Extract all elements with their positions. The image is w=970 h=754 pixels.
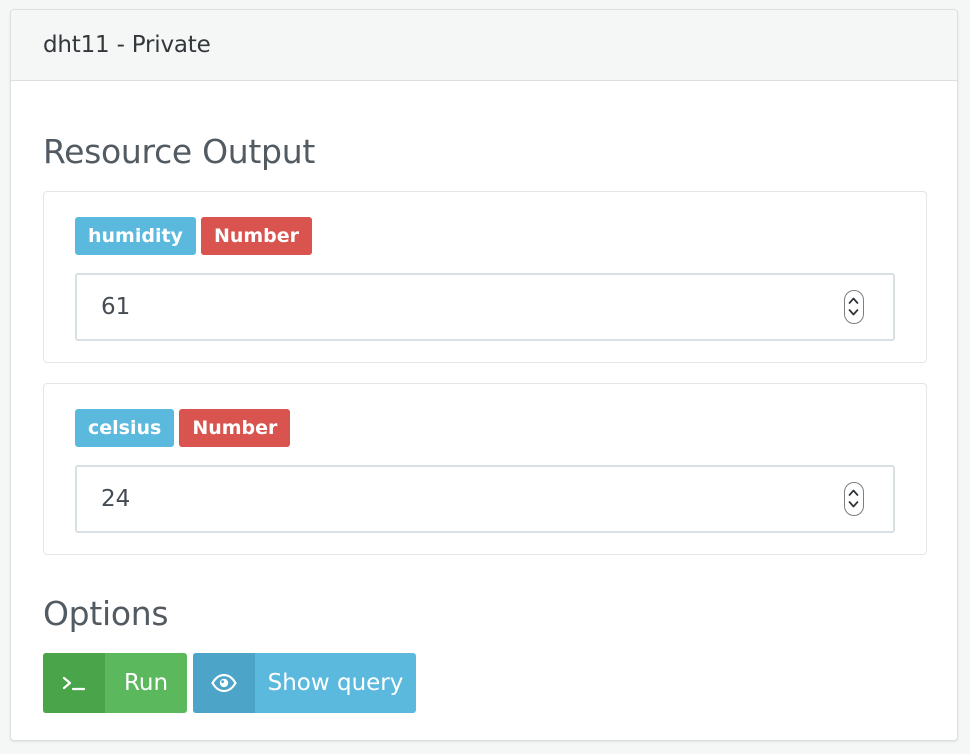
resource-panel: dht11 - Private Resource Output humidity… [10, 9, 958, 741]
panel-heading: dht11 - Private [11, 10, 957, 81]
field-labels: humidity Number [75, 217, 313, 255]
options-buttons: Run Show query [43, 653, 416, 713]
humidity-number-input[interactable]: 61 [75, 273, 895, 341]
resource-output-heading: Resource Output [43, 132, 315, 171]
field-labels: celsius Number [75, 409, 291, 447]
show-query-button-label: Show query [267, 670, 404, 696]
panel-title: dht11 - Private [43, 32, 211, 58]
field-name-badge: celsius [75, 409, 175, 447]
options-heading: Options [43, 594, 169, 633]
resource-field-celsius: celsius Number 24 [43, 383, 927, 555]
field-type-badge: Number [179, 409, 291, 447]
show-query-button[interactable]: Show query [193, 653, 416, 713]
celsius-value: 24 [101, 486, 131, 512]
humidity-value: 61 [101, 294, 131, 320]
run-button[interactable]: Run [43, 653, 187, 713]
field-type-badge: Number [200, 217, 313, 255]
eye-icon [193, 653, 255, 713]
celsius-number-input[interactable]: 24 [75, 465, 895, 533]
terminal-icon [43, 653, 105, 713]
run-button-label: Run [123, 670, 169, 696]
number-spinner-icon[interactable] [844, 482, 864, 516]
resource-field-humidity: humidity Number 61 [43, 191, 927, 363]
number-spinner-icon[interactable] [844, 290, 864, 324]
field-name-badge: humidity [75, 217, 196, 255]
